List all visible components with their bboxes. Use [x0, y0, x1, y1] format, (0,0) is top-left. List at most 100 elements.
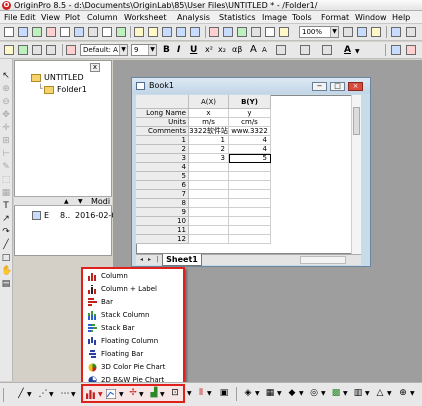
save-template-icon[interactable] [190, 27, 200, 37]
maximize-button[interactable]: □ [330, 82, 345, 91]
new-graph-icon[interactable] [46, 27, 56, 37]
close-icon[interactable]: x [90, 63, 100, 72]
menu-format[interactable]: Format [321, 11, 349, 24]
data-cell[interactable] [189, 163, 229, 172]
import-ascii-icon[interactable] [209, 27, 219, 37]
line-style-icon[interactable] [322, 45, 332, 55]
new-project-icon[interactable] [4, 27, 14, 37]
data-cell[interactable]: 4 [229, 136, 271, 145]
chevron-down-icon[interactable]: ▼ [277, 390, 282, 397]
data-cell[interactable] [189, 190, 229, 199]
row-number[interactable]: 2 [136, 145, 189, 154]
menu-analysis[interactable]: Analysis [177, 11, 210, 24]
italic-button[interactable]: I [177, 44, 180, 56]
data-cell[interactable] [189, 172, 229, 181]
greek-button[interactable]: αβ [232, 44, 242, 56]
font-family-combo[interactable]: Default: A ▼ [80, 44, 128, 56]
grid-corner[interactable] [136, 95, 189, 109]
data-cell[interactable] [229, 181, 271, 190]
double-y-icon[interactable]: ⫴ [196, 388, 206, 398]
menu-tools[interactable]: Tools [292, 11, 312, 24]
meta-cell[interactable]: y [229, 109, 271, 118]
meta-cell[interactable]: cm/s [229, 118, 271, 127]
menu-worksheet[interactable]: Worksheet [124, 11, 166, 24]
3d-surface-icon[interactable]: ◈ [243, 388, 253, 398]
menu-statistics[interactable]: Statistics [219, 11, 256, 24]
text-tool-icon[interactable]: T [1, 201, 11, 211]
chevron-down-icon[interactable]: ▼ [78, 197, 83, 206]
chevron-down-icon[interactable]: ▼ [187, 390, 192, 397]
tab-sheet1[interactable]: Sheet1 [162, 254, 202, 266]
row-number[interactable]: 7 [136, 190, 189, 199]
tab-prev-icon[interactable]: ▸ [146, 256, 153, 264]
open-template-icon[interactable] [148, 27, 158, 37]
print-icon[interactable] [343, 27, 353, 37]
data-cell[interactable] [229, 226, 271, 235]
chevron-down-icon[interactable]: ▼ [27, 391, 32, 398]
chevron-down-icon[interactable]: ▼ [98, 391, 103, 398]
screen-reader-icon[interactable]: ✛ [1, 123, 11, 133]
row-number[interactable]: 3 [136, 154, 189, 163]
new-excel-icon[interactable] [32, 27, 42, 37]
zoom-combo[interactable]: 100% ▼ [299, 26, 339, 38]
vector-plot-icon[interactable]: ⊡ [170, 388, 180, 398]
line-tool-icon[interactable]: ╱ [1, 240, 11, 250]
save-project-icon[interactable] [162, 27, 172, 37]
menu-view[interactable]: View [41, 11, 60, 24]
hand-tool-icon[interactable]: ✋ [1, 266, 12, 276]
duplicate-icon[interactable] [279, 27, 289, 37]
menu-window[interactable]: Window [355, 11, 387, 24]
merge-graph-icon[interactable] [46, 45, 56, 55]
new-layout-icon[interactable] [88, 27, 98, 37]
superscript-button[interactable]: x² [205, 44, 213, 56]
bold-button[interactable]: B [163, 44, 170, 56]
import-wizard-icon[interactable] [237, 27, 247, 37]
data-cell-selected[interactable]: 5 [229, 154, 271, 163]
chevron-down-icon[interactable]: ▼ [365, 390, 370, 397]
heatmap-icon[interactable]: ▩ [331, 388, 341, 398]
chevron-down-icon[interactable]: ▼ [119, 391, 124, 398]
template-library-icon[interactable]: ▣ [219, 388, 229, 398]
polar-icon[interactable]: ⊕ [398, 388, 408, 398]
recalculate-icon[interactable] [251, 27, 261, 37]
ternary-icon[interactable]: △ [375, 388, 385, 398]
fill-color-icon[interactable] [391, 45, 401, 55]
row-number[interactable]: 6 [136, 181, 189, 190]
new-matrix-icon[interactable] [60, 27, 70, 37]
3d-scatter-icon[interactable]: ◆ [287, 388, 297, 398]
contour-icon[interactable]: ◎ [309, 388, 319, 398]
menu-help[interactable]: Help [392, 11, 410, 24]
new-function-icon[interactable] [74, 27, 84, 37]
copy-page-icon[interactable] [357, 27, 367, 37]
scatter-plot-icon[interactable]: ⋰ [38, 389, 48, 399]
chevron-down-icon[interactable]: ▼ [207, 390, 212, 397]
data-reader-icon[interactable]: ⊞ [1, 136, 11, 146]
list-header-modified[interactable]: Modi [91, 197, 110, 206]
curved-arrow-icon[interactable]: ↷ [1, 227, 11, 237]
vertical-scrollbar[interactable] [351, 95, 361, 254]
project-folder[interactable]: Folder1 [57, 85, 87, 95]
meta-cell[interactable]: x [189, 109, 229, 118]
data-cell[interactable] [189, 199, 229, 208]
add-layer-icon[interactable] [18, 45, 28, 55]
decrease-font-button[interactable]: A [262, 44, 267, 56]
align-icon[interactable] [276, 45, 286, 55]
chevron-down-icon[interactable]: ▼ [343, 390, 348, 397]
font-color-button[interactable]: A [344, 44, 351, 56]
bullet-icon[interactable] [300, 45, 310, 55]
image-plot-icon[interactable]: ▥ [353, 388, 363, 398]
menu-edit[interactable]: Edit [20, 11, 36, 24]
data-cell[interactable]: 1 [189, 136, 229, 145]
list-item-name[interactable]: E [44, 211, 49, 221]
tab-first-icon[interactable]: ◂ [138, 256, 145, 264]
row-number[interactable]: 4 [136, 163, 189, 172]
data-cell[interactable]: 3 [189, 154, 229, 163]
data-cell[interactable] [189, 181, 229, 190]
data-cell[interactable] [229, 190, 271, 199]
pattern-icon[interactable] [406, 45, 416, 55]
meta-cell[interactable]: www.3322 [229, 127, 271, 136]
meta-cell[interactable]: 3322软件站 [189, 127, 229, 136]
save-window-icon[interactable] [176, 27, 186, 37]
horizontal-scrollbar[interactable] [300, 256, 346, 264]
zoom-in-icon[interactable]: ⊕ [1, 84, 11, 94]
